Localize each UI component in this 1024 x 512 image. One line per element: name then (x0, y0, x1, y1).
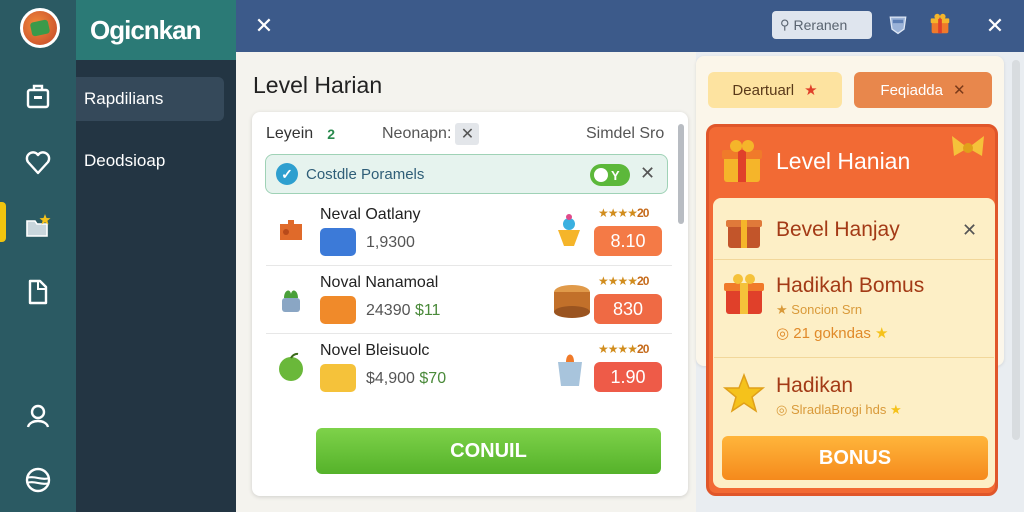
bag-icon[interactable] (0, 72, 76, 120)
apple-icon (279, 352, 303, 381)
price-badge[interactable]: 1.90 (594, 362, 662, 392)
promo-banner: ✓ Costdle Poramels Y ✕ (265, 154, 668, 194)
coin-icon: ◎ (776, 402, 791, 417)
app-logo-icon[interactable] (20, 8, 60, 48)
close-icon[interactable]: ✕ (953, 81, 966, 99)
toggle-knob (594, 168, 608, 182)
row-title: Noval Nanamoal (320, 274, 439, 291)
check-icon: ✓ (276, 163, 298, 185)
tab-label: Simdel Sro (586, 125, 665, 142)
ribbon-bow-icon (952, 136, 984, 156)
reward-title: Bevel Hanjay (776, 218, 900, 241)
tab-bar: Leyein 2 Neonapn: ✕ Simdel Sro (264, 120, 674, 148)
star-icon: ★ (886, 402, 902, 417)
drum-icon (554, 285, 590, 318)
rewards-title: Level Hanian (776, 148, 911, 174)
reward-sub: ★ Soncion Srn (776, 302, 863, 317)
user-icon[interactable] (0, 392, 76, 440)
price-badge[interactable]: 830 (594, 294, 662, 324)
sidebar-item-deodsioap[interactable]: Deodsioap (76, 139, 224, 183)
gift-box-icon (724, 274, 764, 314)
gift-basket-icon (726, 220, 762, 248)
toggle-text: Y (611, 167, 620, 183)
tab-label: Neonapn: (382, 125, 452, 142)
price-badge[interactable]: 8.10 (594, 226, 662, 256)
feqiadda-button[interactable]: Feqiadda ✕ (854, 72, 992, 108)
sidebar-item-label: Deodsioap (84, 151, 166, 170)
row-title: Neval Oatlany (320, 206, 421, 223)
item-chip-icon (320, 296, 356, 324)
brand-name: Ogicnkan (90, 14, 201, 45)
reward-card[interactable]: Hadikah Bomus ★ Soncion Srn ◎ 21 gokndas… (714, 262, 994, 358)
folder-star-icon[interactable] (0, 202, 76, 250)
star-icon: ★ (870, 325, 889, 342)
row-rating: ★★★★20 (598, 274, 649, 288)
item-chip-icon (320, 228, 356, 256)
document-icon[interactable] (0, 268, 76, 316)
tab-close-icon[interactable]: ✕ (455, 123, 480, 145)
row-title: Novel Bleisuolc (320, 342, 430, 359)
gift-box-icon (722, 140, 762, 182)
list-item[interactable]: Novel Bleisuolc $4,900 $70 ★★★★20 1.90 (266, 336, 672, 402)
bucket-icon (558, 354, 582, 386)
close-icon[interactable]: ✕ (250, 12, 278, 40)
item-chip-icon (320, 364, 356, 392)
icon-rail (0, 0, 76, 512)
gift-icon[interactable] (926, 10, 954, 38)
row-sub: 24390 $11 (366, 302, 441, 319)
shield-icon[interactable] (884, 10, 912, 38)
reward-card[interactable]: Hadikan ◎ SlradlaBrogi hds ★ (714, 362, 994, 428)
tab-simdel-sro[interactable]: Simdel Sro (586, 120, 664, 148)
page-title: Level Harian (253, 72, 383, 98)
promo-close-icon[interactable]: ✕ (640, 163, 655, 184)
star-icon: ★ (776, 302, 792, 317)
window-close-icon[interactable]: ✕ (981, 12, 1009, 40)
deartuarl-button[interactable]: Deartuarl ★ (708, 72, 842, 108)
bonus-button[interactable]: BONUS (722, 436, 988, 480)
brand-header: Ogicnkan (76, 0, 236, 60)
coin-icon: ◎ (776, 325, 794, 342)
tab-label: Leyein (266, 125, 314, 142)
reward-title: Hadikah Bomus (776, 274, 925, 297)
pill-label: Deartuarl (732, 81, 795, 99)
tab-badge: 2 (321, 124, 342, 144)
confirm-button[interactable]: CONUIL (316, 428, 661, 474)
list-scrollbar[interactable] (678, 124, 684, 224)
tab-leyein[interactable]: Leyein 2 (266, 120, 342, 148)
search-placeholder: Reranen (793, 17, 848, 33)
promo-toggle[interactable]: Y (590, 164, 630, 186)
promo-label: Costdle Poramels (306, 165, 425, 183)
row-rating: ★★★★20 (598, 342, 649, 356)
globe-icon[interactable] (0, 456, 76, 504)
search-input[interactable]: ⚲ Reranen (772, 11, 872, 39)
list-item[interactable]: Neval Oatlany 1,9300 ★★★★20 8.10 (266, 200, 672, 266)
star-icon: ★ (804, 82, 818, 99)
sidebar-item-label: Rapdilians (84, 89, 164, 108)
row-sub: $4,900 $70 (366, 370, 447, 387)
list-item[interactable]: Noval Nanamoal 24390 $11 ★★★★20 830 (266, 268, 672, 334)
heart-icon[interactable] (0, 138, 76, 186)
reward-sub: ◎ SlradlaBrogi hds ★ (776, 402, 902, 417)
right-scrollbar[interactable] (1012, 60, 1020, 440)
row-rating: ★★★★20 (598, 206, 649, 220)
reward-close-icon[interactable]: ✕ (962, 220, 977, 241)
reward-card[interactable]: Bevel Hanjay (714, 200, 994, 260)
plant-pot-icon (282, 290, 300, 312)
reward-title: Hadikan (776, 374, 854, 397)
puzzle-icon (280, 220, 302, 240)
star-trophy-icon (722, 372, 766, 413)
search-icon: ⚲ (780, 17, 790, 32)
reward-amount: ◎ 21 gokndas ★ (776, 325, 889, 342)
pill-label: Feqiadda (880, 81, 943, 99)
row-sub: 1,9300 (366, 234, 415, 251)
potion-icon (558, 214, 580, 246)
tab-neonapn[interactable]: Neonapn: ✕ (382, 120, 480, 148)
sidebar-item-rapdilians[interactable]: Rapdilians (76, 77, 224, 121)
